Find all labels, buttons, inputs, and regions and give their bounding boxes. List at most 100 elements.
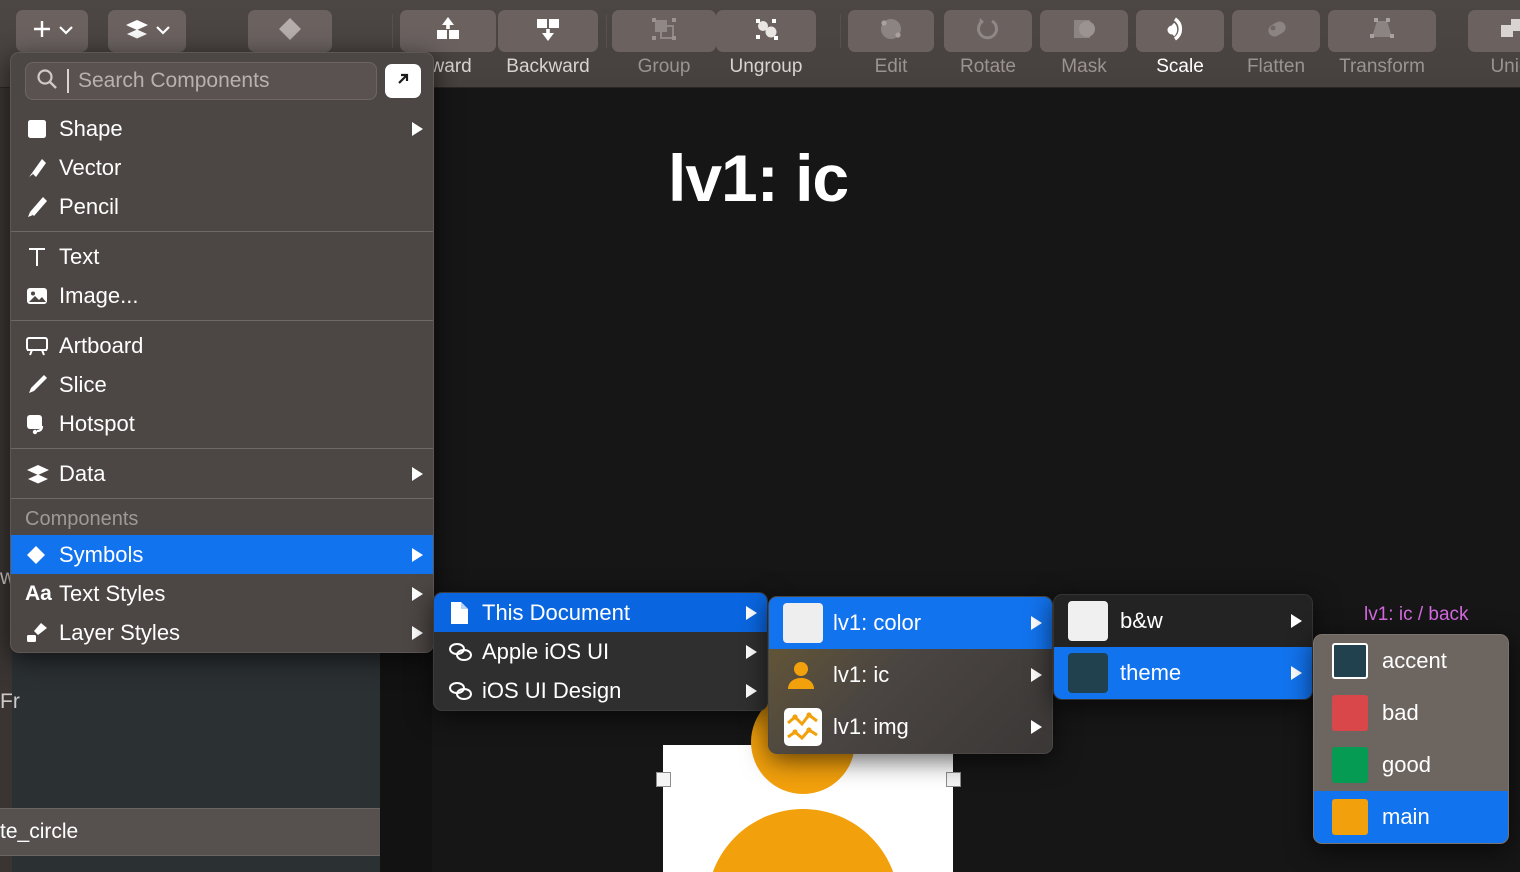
menu-item-pencil[interactable]: Pencil — [11, 187, 433, 226]
submenu-item-apple-ios-ui[interactable]: Apple iOS UI — [434, 632, 767, 671]
mask-label: Mask — [1040, 56, 1128, 78]
library-icon — [448, 641, 482, 663]
submenu-item-ios-ui-design[interactable]: iOS UI Design — [434, 671, 767, 710]
chevron-right-icon — [1031, 720, 1042, 734]
transform-button[interactable] — [1328, 10, 1436, 52]
layer-list-item[interactable]: te_circle — [0, 808, 380, 856]
chevron-right-icon — [412, 587, 423, 601]
menu-item-text-styles[interactable]: Aa Text Styles — [11, 574, 433, 613]
ungroup-label: Ungroup — [716, 56, 816, 78]
plus-icon — [31, 18, 53, 45]
transform-icon — [1367, 15, 1397, 48]
rotate-button[interactable] — [944, 10, 1032, 52]
components-group-label: Components — [11, 504, 433, 535]
diamond-icon — [275, 14, 305, 49]
artboard-icon — [25, 334, 59, 358]
submenu-item-theme[interactable]: theme — [1054, 647, 1312, 699]
menu-item-symbols[interactable]: Symbols — [11, 535, 433, 574]
search-row: Search Components — [11, 53, 433, 109]
layers-button[interactable] — [108, 10, 186, 52]
ungroup-icon — [750, 14, 782, 49]
color-item-bad[interactable]: bad — [1314, 687, 1508, 739]
mask-button[interactable] — [1040, 10, 1128, 52]
union-button[interactable] — [1468, 10, 1520, 52]
expand-panel-button[interactable] — [385, 64, 421, 98]
chevron-right-icon — [412, 467, 423, 481]
chevron-right-icon — [746, 606, 757, 620]
submenu-item-lv1-color[interactable]: lv1: color — [769, 597, 1052, 649]
submenu-item-label: lv1: ic — [833, 662, 1023, 688]
artboard[interactable] — [663, 745, 953, 872]
color-item-main[interactable]: main — [1314, 791, 1508, 843]
rotate-label: Rotate — [944, 56, 1032, 78]
menu-item-text[interactable]: Text — [11, 237, 433, 276]
menu-item-shape[interactable]: Shape — [11, 109, 433, 148]
union-label: Unio — [1460, 56, 1520, 78]
ungroup-button[interactable] — [716, 10, 816, 52]
scale-button[interactable] — [1136, 10, 1224, 52]
group-label: Group — [612, 56, 716, 78]
hotspot-icon — [25, 412, 59, 436]
group-button[interactable] — [612, 10, 716, 52]
menu-item-image[interactable]: Image... — [11, 276, 433, 315]
external-link-icon — [394, 70, 412, 93]
selection-handle[interactable] — [656, 772, 671, 787]
aa-icon: Aa — [25, 582, 59, 606]
document-icon — [448, 601, 482, 625]
brush-icon — [25, 621, 59, 645]
menu-item-data[interactable]: Data — [11, 454, 433, 493]
symbol-button[interactable] — [248, 10, 332, 52]
panel-ghost-text-2: Fr — [0, 690, 20, 714]
transform-label: Transform — [1328, 56, 1436, 78]
menu-item-label: Hotspot — [59, 411, 423, 437]
add-button[interactable] — [16, 10, 88, 52]
submenu-item-this-document[interactable]: This Document — [434, 593, 767, 632]
chevron-right-icon — [412, 626, 423, 640]
artboard-title: lv1: ic — [668, 140, 848, 216]
layers-icon — [124, 18, 150, 45]
menu-item-label: Text Styles — [59, 581, 404, 607]
selection-handle[interactable] — [946, 772, 961, 787]
submenu-item-bw[interactable]: b&w — [1054, 595, 1312, 647]
chevron-right-icon — [1031, 616, 1042, 630]
layer-item-label: te_circle — [0, 820, 78, 844]
text-caret — [67, 69, 69, 93]
theme-submenu: b&w theme — [1053, 594, 1313, 700]
forward-button[interactable] — [400, 10, 496, 52]
submenu-item-label: theme — [1120, 660, 1283, 686]
color-swatch — [1068, 653, 1120, 693]
menu-separator — [11, 498, 433, 499]
chevron-right-icon — [1291, 666, 1302, 680]
menu-item-artboard[interactable]: Artboard — [11, 326, 433, 365]
chevron-right-icon — [412, 548, 423, 562]
search-input[interactable]: Search Components — [25, 62, 377, 100]
chevron-right-icon — [746, 684, 757, 698]
edit-label: Edit — [848, 56, 934, 78]
rotate-icon — [974, 15, 1002, 48]
flatten-button[interactable] — [1232, 10, 1320, 52]
submenu-item-label: This Document — [482, 600, 738, 626]
submenu-item-label: iOS UI Design — [482, 678, 738, 704]
backward-label: Backward — [488, 56, 608, 78]
chevron-down-icon — [156, 22, 170, 40]
color-item-good[interactable]: good — [1314, 739, 1508, 791]
menu-item-vector[interactable]: Vector — [11, 148, 433, 187]
forward-icon — [431, 14, 465, 49]
backward-button[interactable] — [498, 10, 598, 52]
chart-thumb — [783, 707, 833, 747]
backward-icon — [531, 14, 565, 49]
color-item-label: bad — [1382, 700, 1498, 726]
menu-item-slice[interactable]: Slice — [11, 365, 433, 404]
search-icon — [36, 68, 58, 95]
text-icon — [25, 245, 59, 269]
color-swatch — [1068, 601, 1120, 641]
person-body-shape — [707, 809, 899, 872]
edit-button[interactable] — [848, 10, 934, 52]
menu-item-layer-styles[interactable]: Layer Styles — [11, 613, 433, 652]
mask-icon — [1069, 15, 1099, 48]
submenu-item-lv1-img[interactable]: lv1: img — [769, 701, 1052, 753]
menu-item-hotspot[interactable]: Hotspot — [11, 404, 433, 443]
menu-item-label: Slice — [59, 372, 423, 398]
submenu-item-lv1-ic[interactable]: lv1: ic — [769, 649, 1052, 701]
color-item-accent[interactable]: accent — [1314, 635, 1508, 687]
